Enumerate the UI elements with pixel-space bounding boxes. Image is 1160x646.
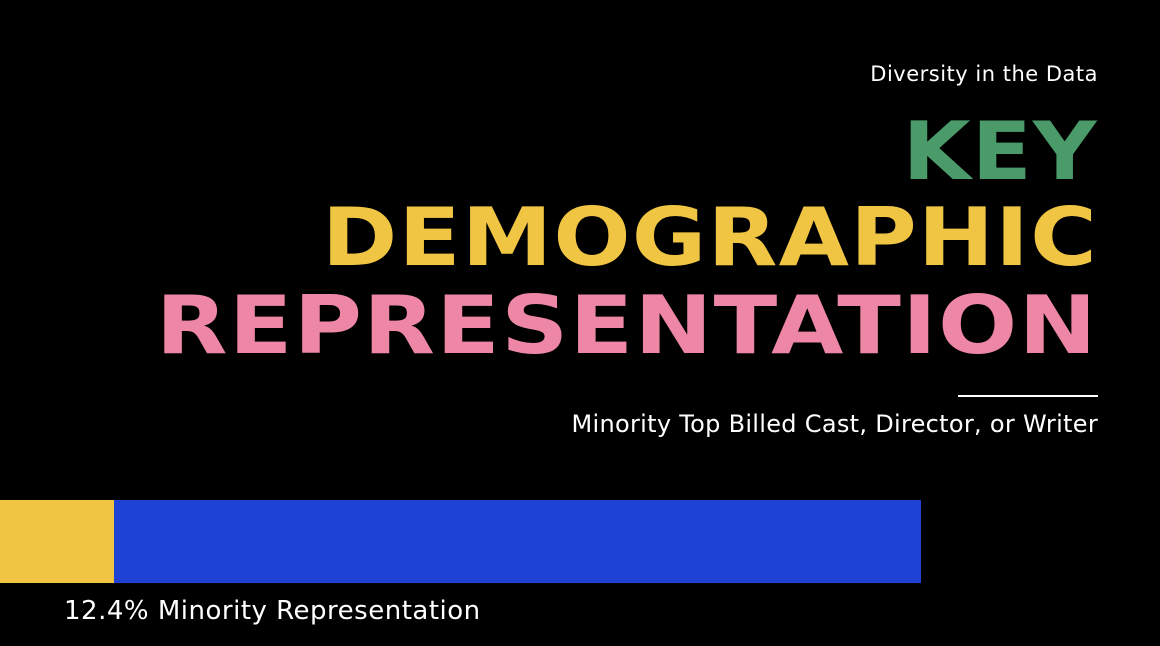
- title-line-representation: REPRESENTATION: [156, 279, 1098, 372]
- bar-segment-minority: [0, 500, 115, 583]
- title-line-key: KEY: [903, 105, 1098, 198]
- divider-rule: [958, 395, 1098, 397]
- title-line-demographic: DEMOGRAPHIC: [321, 191, 1098, 284]
- kicker-text: Diversity in the Data: [870, 62, 1098, 86]
- stacked-bar-chart: [0, 500, 921, 583]
- chart-subtitle: Minority Top Billed Cast, Director, or W…: [571, 410, 1098, 438]
- representation-caption: 12.4% Minority Representation: [64, 596, 481, 626]
- bar-segment-non-minority: [114, 500, 921, 583]
